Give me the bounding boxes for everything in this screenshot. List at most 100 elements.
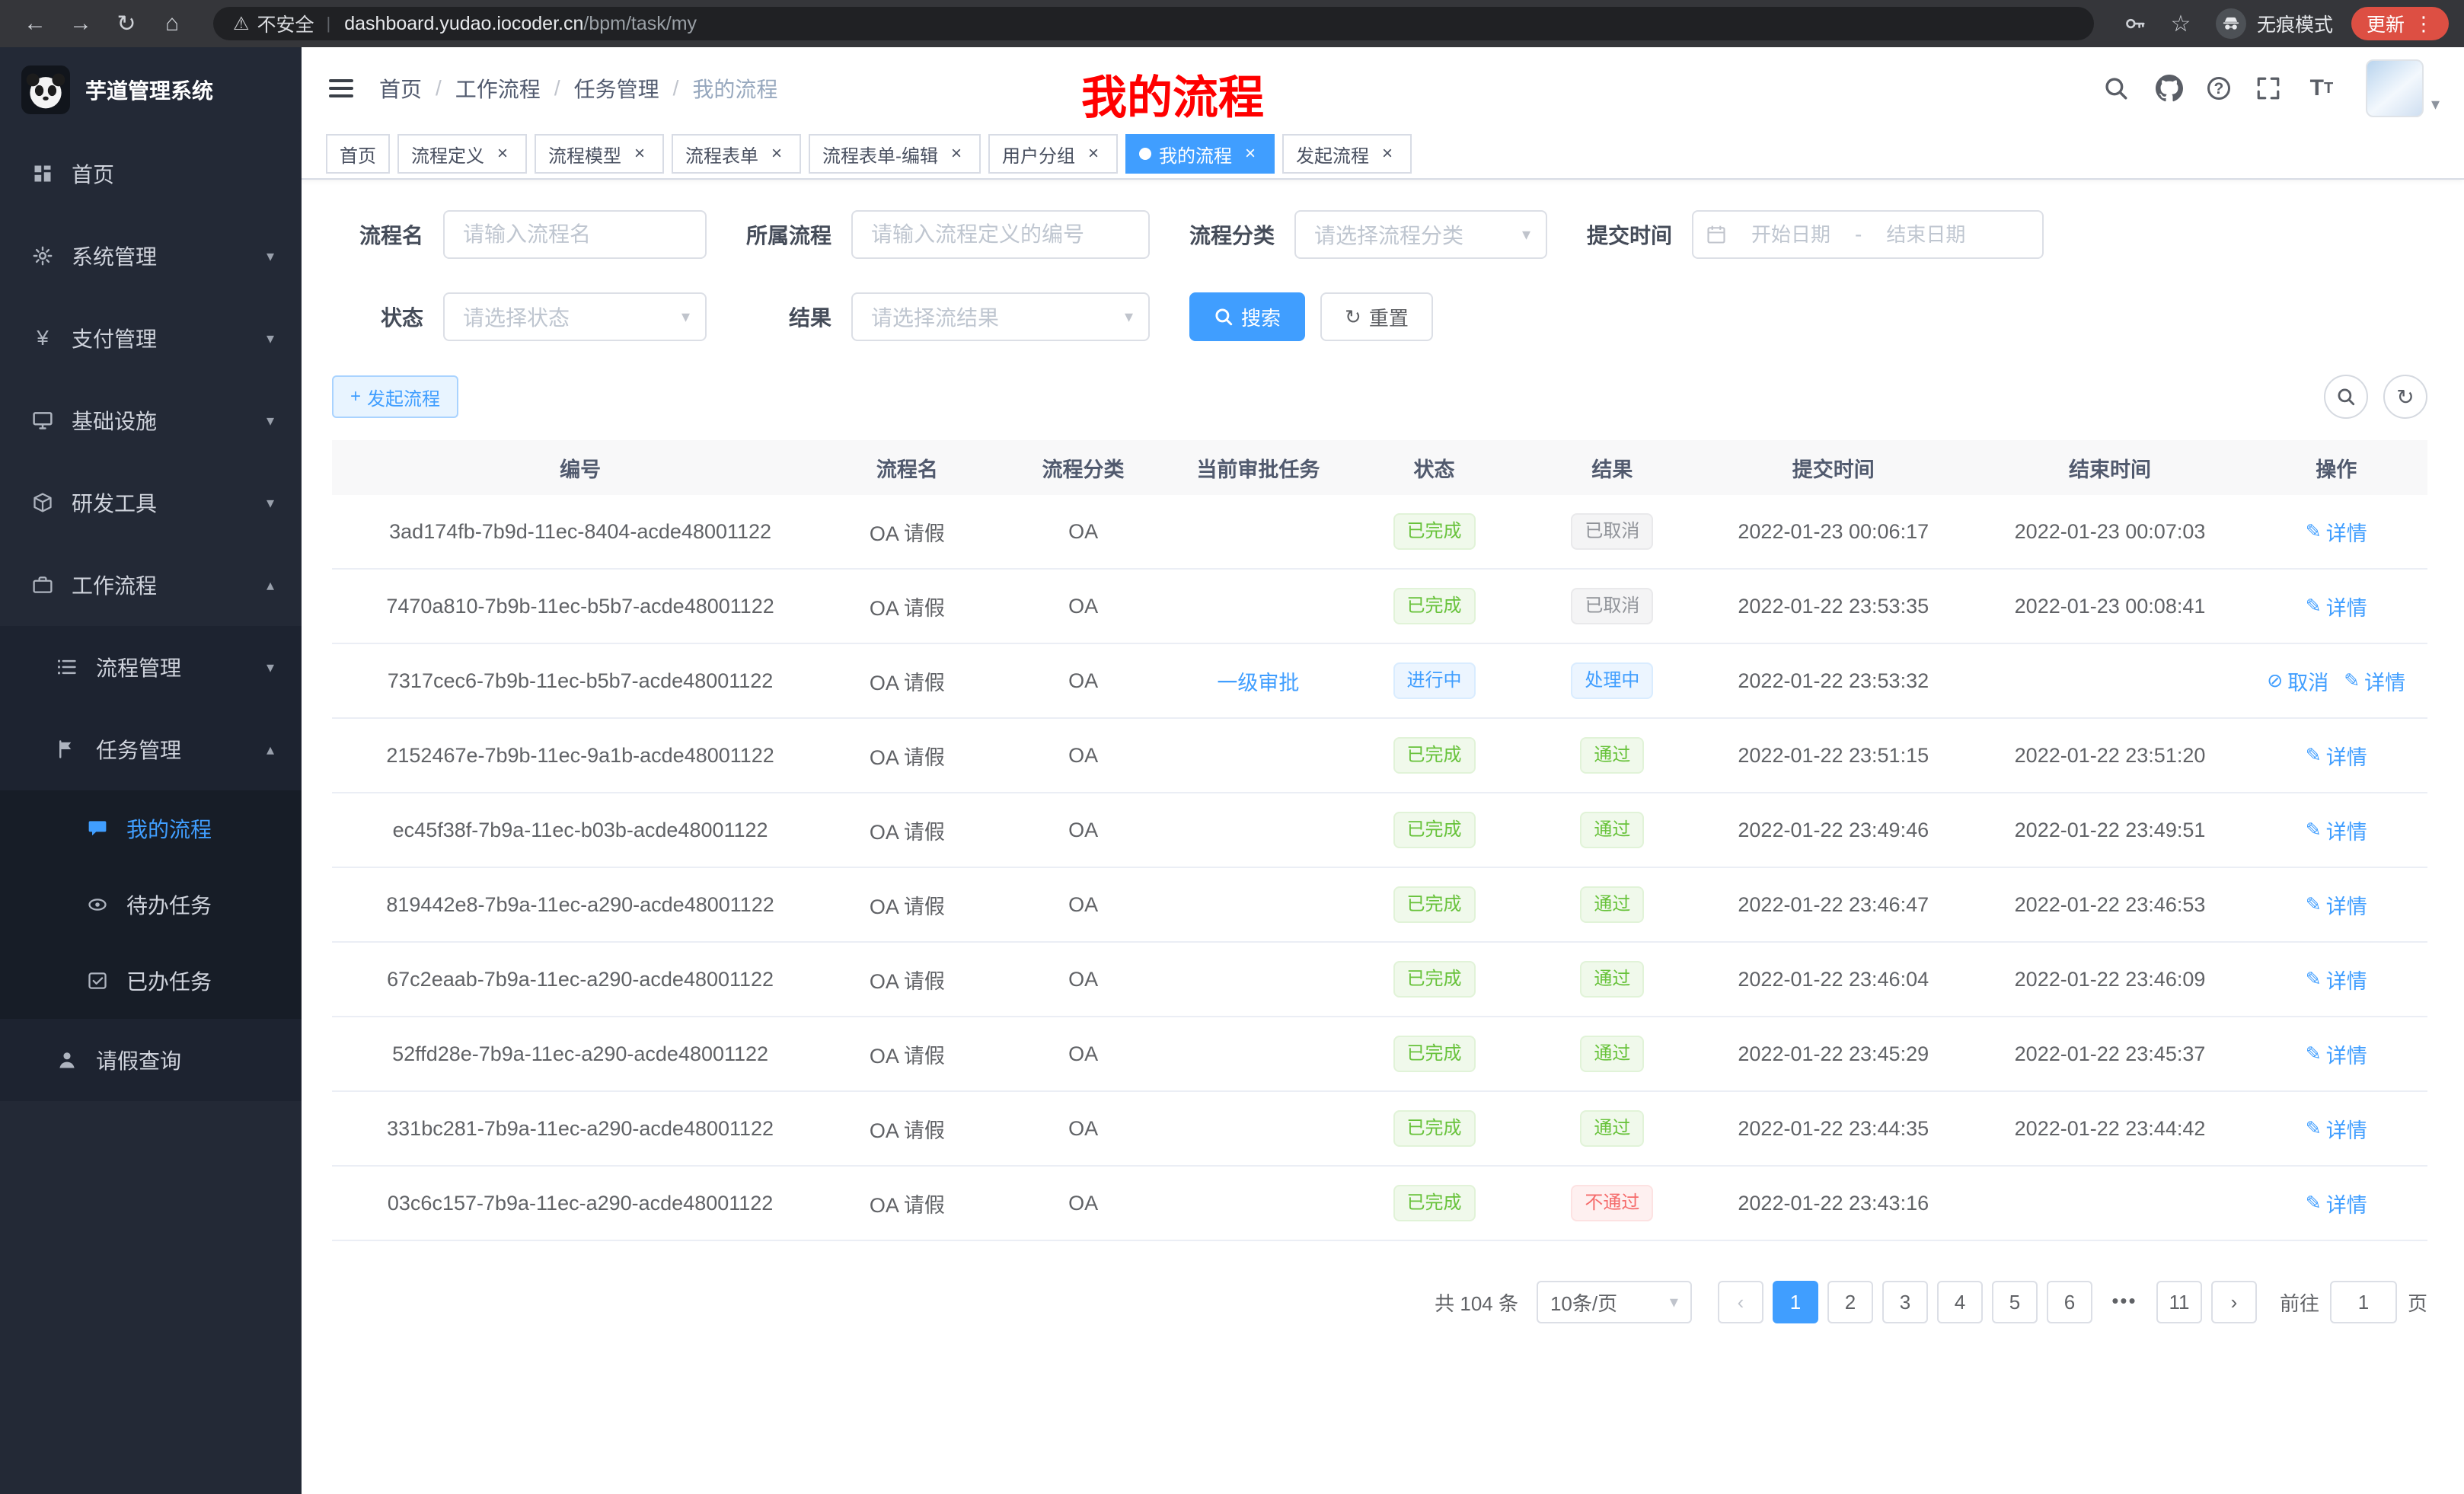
password-key-icon[interactable] bbox=[2115, 5, 2155, 42]
process-id-input[interactable] bbox=[851, 210, 1150, 259]
forward-icon[interactable]: → bbox=[61, 5, 101, 42]
toggle-search-button[interactable] bbox=[2324, 375, 2368, 419]
end-date-input[interactable] bbox=[1865, 223, 1987, 247]
sidebar-item-workflow[interactable]: 工作流程 ▴ bbox=[0, 544, 302, 626]
tab-start-process[interactable]: 发起流程 × bbox=[1282, 134, 1412, 174]
sidebar-item-todo-tasks[interactable]: 待办任务 bbox=[0, 867, 302, 943]
next-page-button[interactable]: › bbox=[2211, 1281, 2257, 1323]
detail-link[interactable]: ✎详情 bbox=[2344, 666, 2405, 696]
current-task-link[interactable]: 一级审批 bbox=[1217, 666, 1299, 696]
github-icon[interactable] bbox=[2154, 73, 2185, 104]
create-process-button[interactable]: + 发起流程 bbox=[332, 375, 458, 418]
submit-time-range[interactable]: - bbox=[1692, 210, 2044, 259]
result-badge: 通过 bbox=[1580, 961, 1644, 998]
help-icon[interactable]: ? bbox=[2207, 77, 2230, 100]
briefcase-icon bbox=[30, 573, 55, 597]
page-size-select[interactable]: 10条/页 ▾ bbox=[1537, 1281, 1692, 1323]
close-icon[interactable]: × bbox=[629, 143, 650, 164]
incognito-icon bbox=[2216, 8, 2246, 39]
close-icon[interactable]: × bbox=[946, 143, 967, 164]
chevron-down-icon: ▾ bbox=[681, 307, 690, 327]
sidebar-item-home[interactable]: 首页 bbox=[0, 132, 302, 215]
detail-link[interactable]: ✎详情 bbox=[2306, 517, 2367, 547]
checklist-icon bbox=[85, 969, 110, 993]
tab-process-form-edit[interactable]: 流程表单-编辑 × bbox=[809, 134, 981, 174]
page-number-6[interactable]: 6 bbox=[2047, 1281, 2092, 1323]
process-name-input[interactable] bbox=[443, 210, 707, 259]
page-number-2[interactable]: 2 bbox=[1827, 1281, 1873, 1323]
sidebar-item-task-manage[interactable]: 任务管理 ▴ bbox=[0, 708, 302, 790]
update-button[interactable]: 更新 ⋮ bbox=[2351, 7, 2449, 40]
close-icon[interactable]: × bbox=[492, 143, 513, 164]
detail-link[interactable]: ✎详情 bbox=[2306, 965, 2367, 994]
cell-name: OA 请假 bbox=[828, 1114, 985, 1144]
detail-link[interactable]: ✎详情 bbox=[2306, 890, 2367, 920]
back-icon[interactable]: ← bbox=[15, 5, 55, 42]
edit-icon: ✎ bbox=[2306, 893, 2322, 916]
url-host: dashboard.yudao.iocoder.cn bbox=[344, 13, 583, 35]
detail-link[interactable]: ✎详情 bbox=[2306, 741, 2367, 771]
font-size-icon[interactable]: TT bbox=[2306, 73, 2337, 104]
reload-icon[interactable]: ↻ bbox=[107, 5, 146, 42]
tab-user-group[interactable]: 用户分组 × bbox=[988, 134, 1118, 174]
detail-link[interactable]: ✎详情 bbox=[2306, 1039, 2367, 1069]
bookmark-star-icon[interactable]: ☆ bbox=[2161, 5, 2201, 42]
status-select[interactable]: 请选择状态 ▾ bbox=[443, 292, 707, 341]
goto-page-input[interactable] bbox=[2330, 1281, 2397, 1323]
tab-process-model[interactable]: 流程模型 × bbox=[535, 134, 664, 174]
fullscreen-icon[interactable] bbox=[2253, 73, 2284, 104]
page-number-5[interactable]: 5 bbox=[1992, 1281, 2038, 1323]
cancel-link[interactable]: ⊘取消 bbox=[2267, 666, 2328, 696]
table-row: 7470a810-7b9b-11ec-b5b7-acde48001122 OA … bbox=[332, 570, 2427, 644]
sidebar-item-infrastructure[interactable]: 基础设施 ▾ bbox=[0, 379, 302, 461]
sidebar-item-system[interactable]: 系统管理 ▾ bbox=[0, 215, 302, 297]
tab-process-form[interactable]: 流程表单 × bbox=[672, 134, 801, 174]
reset-button[interactable]: ↻ 重置 bbox=[1320, 292, 1433, 341]
sidebar-item-done-tasks[interactable]: 已办任务 bbox=[0, 943, 302, 1019]
result-select[interactable]: 请选择流结果 ▾ bbox=[851, 292, 1150, 341]
start-date-input[interactable] bbox=[1730, 223, 1852, 247]
page-number-4[interactable]: 4 bbox=[1937, 1281, 1983, 1323]
close-icon[interactable]: × bbox=[1377, 143, 1398, 164]
sidebar-item-payment[interactable]: ¥ 支付管理 ▾ bbox=[0, 297, 302, 379]
hamburger-icon[interactable] bbox=[326, 73, 356, 104]
cell-id: 7317cec6-7b9b-11ec-b5b7-acde48001122 bbox=[332, 669, 828, 693]
breadcrumb-item-task-manage[interactable]: 任务管理 bbox=[574, 73, 659, 104]
page-number-1[interactable]: 1 bbox=[1773, 1281, 1818, 1323]
edit-icon: ✎ bbox=[2344, 669, 2360, 692]
search-icon[interactable] bbox=[2101, 73, 2131, 104]
browser-home-icon[interactable]: ⌂ bbox=[152, 5, 192, 42]
detail-link[interactable]: ✎详情 bbox=[2306, 1189, 2367, 1218]
yen-icon: ¥ bbox=[30, 326, 55, 350]
detail-link[interactable]: ✎详情 bbox=[2306, 592, 2367, 621]
page-number-3[interactable]: 3 bbox=[1882, 1281, 1928, 1323]
close-icon[interactable]: × bbox=[1083, 143, 1104, 164]
refresh-table-button[interactable]: ↻ bbox=[2383, 375, 2427, 419]
close-icon[interactable]: × bbox=[1240, 143, 1261, 164]
range-separator: - bbox=[1852, 222, 1865, 247]
avatar-dropdown[interactable]: ▾ bbox=[2366, 59, 2440, 117]
app-logo[interactable]: 芋道管理系统 bbox=[0, 47, 302, 132]
status-badge: 已完成 bbox=[1393, 1036, 1476, 1072]
sidebar-item-leave-query[interactable]: 请假查询 bbox=[0, 1019, 302, 1101]
result-badge: 处理中 bbox=[1571, 662, 1653, 699]
tab-my-process[interactable]: 我的流程 × bbox=[1125, 134, 1275, 174]
category-select[interactable]: 请选择流程分类 ▾ bbox=[1294, 210, 1547, 259]
detail-link[interactable]: ✎详情 bbox=[2306, 1114, 2367, 1144]
prev-page-button[interactable]: ‹ bbox=[1718, 1281, 1763, 1323]
detail-link[interactable]: ✎详情 bbox=[2306, 816, 2367, 845]
kebab-menu-icon[interactable]: ⋮ bbox=[2414, 14, 2434, 34]
sidebar-item-devtools[interactable]: 研发工具 ▾ bbox=[0, 461, 302, 544]
breadcrumb-item-workflow[interactable]: 工作流程 bbox=[455, 73, 541, 104]
sidebar-item-my-process[interactable]: 我的流程 bbox=[0, 790, 302, 867]
close-icon[interactable]: × bbox=[766, 143, 787, 164]
url-bar[interactable]: ⚠ 不安全 | dashboard.yudao.iocoder.cn/bpm/t… bbox=[213, 7, 2094, 40]
search-button[interactable]: 搜索 bbox=[1189, 292, 1305, 341]
tab-process-definition[interactable]: 流程定义 × bbox=[397, 134, 527, 174]
more-pages-icon[interactable]: ••• bbox=[2102, 1281, 2147, 1323]
cell-name: OA 请假 bbox=[828, 1039, 985, 1069]
breadcrumb-item-home[interactable]: 首页 bbox=[379, 73, 422, 104]
tab-home[interactable]: 首页 bbox=[326, 134, 390, 174]
sidebar-item-process-manage[interactable]: 流程管理 ▾ bbox=[0, 626, 302, 708]
page-number-11[interactable]: 11 bbox=[2156, 1281, 2202, 1323]
